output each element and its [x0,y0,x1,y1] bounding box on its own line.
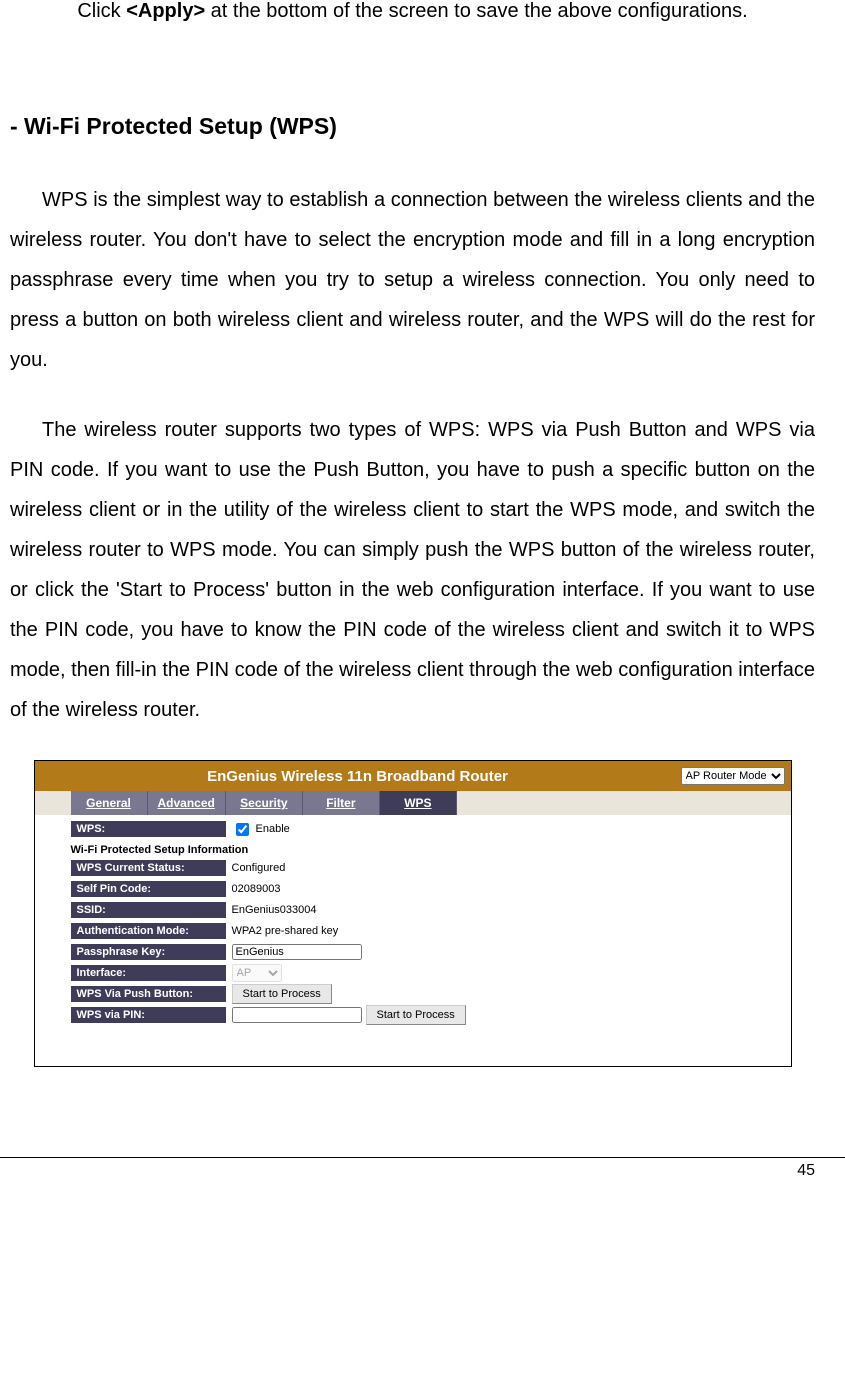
tab-wps[interactable]: WPS [380,791,457,815]
intro-sentence: Click <Apply> at the bottom of the scree… [10,0,815,23]
label-auth: Authentication Mode: [71,923,226,939]
paragraph-wps-types: The wireless router supports two types o… [10,410,815,730]
subheading-wps-info: Wi-Fi Protected Setup Information [71,840,791,858]
label-wps: WPS: [71,821,226,837]
page-number: 45 [797,1162,815,1179]
input-passphrase[interactable] [232,944,362,960]
label-pin: WPS via PIN: [71,1007,226,1023]
intro-suffix: at the bottom of the screen to save the … [205,0,748,22]
button-start-pin[interactable]: Start to Process [366,1005,466,1025]
mode-select[interactable]: AP Router Mode [681,767,785,785]
config-area: WPS: Enable Wi-Fi Protected Setup Inform… [35,815,791,1066]
router-title: EnGenius Wireless 11n Broadband Router [35,768,681,785]
text-enable: Enable [256,823,290,835]
tab-security[interactable]: Security [226,791,303,815]
tab-advanced[interactable]: Advanced [148,791,226,815]
input-pin[interactable] [232,1007,362,1023]
value-selfpin: 02089003 [226,883,281,895]
value-ssid: EnGenius033004 [226,904,317,916]
tabs-spacer [35,791,71,815]
label-interface: Interface: [71,965,226,981]
intro-prefix: Click [77,0,126,22]
value-auth: WPA2 pre-shared key [226,925,339,937]
value-status: Configured [226,862,286,874]
label-push-button: WPS Via Push Button: [71,986,226,1002]
checkbox-enable-wps[interactable] [236,823,249,836]
label-ssid: SSID: [71,902,226,918]
router-titlebar: EnGenius Wireless 11n Broadband Router A… [35,761,791,791]
label-status: WPS Current Status: [71,860,226,876]
tabs-row: General Advanced Security Filter WPS [35,791,791,815]
label-passphrase: Passphrase Key: [71,944,226,960]
select-interface[interactable]: AP [232,964,282,982]
router-config-screenshot: EnGenius Wireless 11n Broadband Router A… [34,760,792,1067]
section-heading-wps: - Wi-Fi Protected Setup (WPS) [10,113,815,140]
button-start-push[interactable]: Start to Process [232,984,332,1004]
intro-bold: <Apply> [126,0,205,22]
label-selfpin: Self Pin Code: [71,881,226,897]
paragraph-wps-intro: WPS is the simplest way to establish a c… [10,180,815,380]
tabs-filler [457,791,791,815]
tab-filter[interactable]: Filter [303,791,380,815]
tab-general[interactable]: General [71,791,148,815]
page-footer: 45 [0,1157,845,1190]
